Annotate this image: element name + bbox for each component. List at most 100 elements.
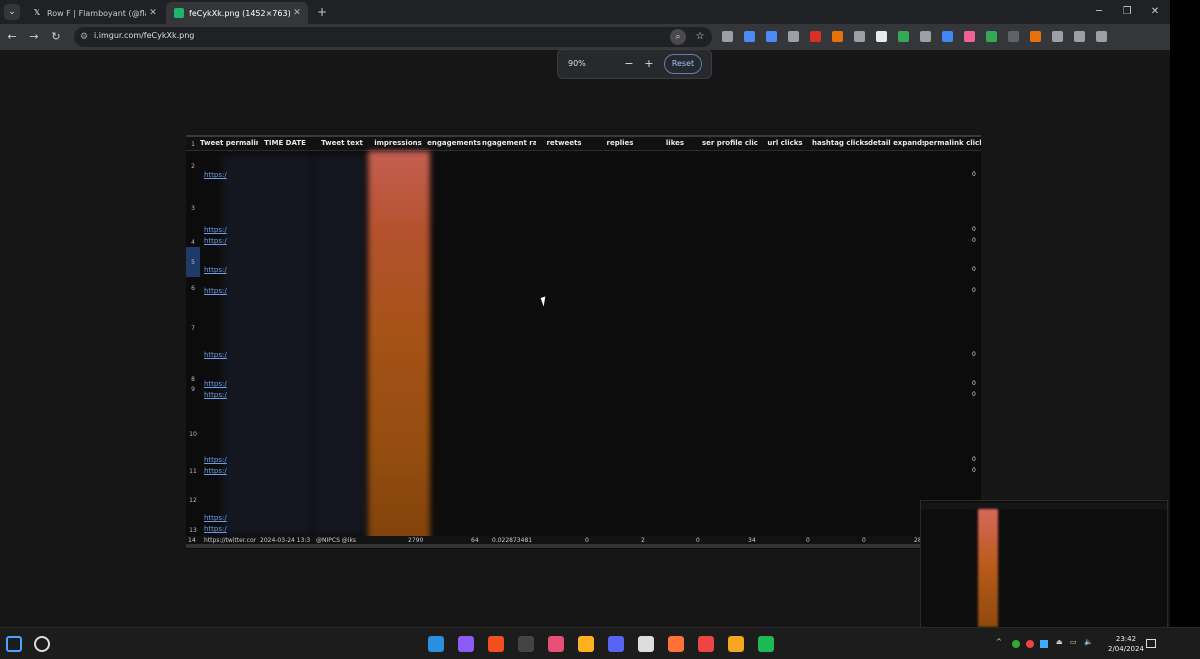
network-icon[interactable]: ▭ <box>1070 638 1077 646</box>
zoom-icon[interactable]: ⌕ <box>670 29 686 45</box>
row-number: 1 <box>191 141 195 148</box>
header-retweets: retweets <box>546 139 582 147</box>
zoom-in-button[interactable]: + <box>642 57 656 71</box>
row-number: 12 <box>189 497 197 504</box>
extension-icon[interactable] <box>920 31 931 42</box>
extension-icon[interactable] <box>898 31 909 42</box>
file-explorer-icon[interactable] <box>428 636 444 652</box>
notifications-icon[interactable] <box>1146 639 1156 648</box>
tray-usb-icon[interactable]: ⏏ <box>1056 638 1063 646</box>
screen-preview-thumbnail[interactable] <box>920 500 1168 628</box>
tweet-permalink-link[interactable]: https:/ <box>204 380 227 388</box>
chrome-icon[interactable] <box>698 636 714 652</box>
volume-icon[interactable]: 🔈 <box>1084 638 1093 646</box>
discord-icon[interactable] <box>608 636 624 652</box>
tweet-permalink-link[interactable]: https:/ <box>204 525 227 533</box>
tweet-permalink-link[interactable]: https:/ <box>204 237 227 245</box>
address-bar[interactable]: ⚙ i.imgur.com/feCykXk.png ⌕ ☆ <box>74 27 712 47</box>
tweet-permalink-link[interactable]: https:/ <box>204 456 227 464</box>
close-window-button[interactable]: ✕ <box>1144 4 1166 20</box>
app-icon[interactable] <box>578 636 594 652</box>
tweet-permalink-link[interactable]: https:/ <box>204 467 227 475</box>
tweet-permalink-link[interactable]: https:/ <box>204 391 227 399</box>
tweet-permalink-link[interactable]: https:/ <box>204 287 227 295</box>
tray-app-icon[interactable] <box>1012 640 1020 648</box>
row-number: 14 <box>188 537 196 544</box>
extension-icon[interactable] <box>854 31 865 42</box>
restore-button[interactable]: ❐ <box>1116 4 1138 20</box>
tab-strip: ⌄ 𝕏 Row F | Flamboyant (@flamboy ✕ feCyk… <box>0 0 1170 24</box>
cell-retweets: 0 <box>585 537 589 544</box>
terminal-icon[interactable] <box>548 636 564 652</box>
permalink-clicks-cell: 0 <box>972 237 976 244</box>
extension-icon[interactable] <box>1030 31 1041 42</box>
header-likes: likes <box>665 139 685 147</box>
blurred-column <box>222 155 312 535</box>
extension-icon[interactable] <box>744 31 755 42</box>
extension-icon[interactable] <box>964 31 975 42</box>
close-icon[interactable]: ✕ <box>146 8 160 18</box>
tweet-permalink-link[interactable]: https:/ <box>204 351 227 359</box>
site-info-icon[interactable]: ⚙ <box>80 30 92 44</box>
zoom-reset-button[interactable]: Reset <box>664 54 702 74</box>
tweet-permalink-link[interactable]: https:/ <box>204 514 227 522</box>
extension-icon[interactable] <box>766 31 777 42</box>
row-number: 2 <box>191 163 195 170</box>
horizontal-scrollbar[interactable] <box>186 544 981 548</box>
forward-button[interactable]: → <box>26 29 42 45</box>
cell-engagements: 64 <box>471 537 479 544</box>
vscode-icon[interactable] <box>458 636 474 652</box>
permalink-clicks-cell: 0 <box>972 380 976 387</box>
reload-button[interactable]: ↻ <box>48 29 64 45</box>
firefox-icon[interactable] <box>668 636 684 652</box>
cell-profile-clicks: 34 <box>748 537 756 544</box>
header-detail-expands: detail expands <box>868 139 924 147</box>
extension-icon[interactable] <box>788 31 799 42</box>
permalink-clicks-cell: 0 <box>972 287 976 294</box>
extension-icon[interactable] <box>832 31 843 42</box>
extension-icon[interactable] <box>1008 31 1019 42</box>
close-icon[interactable]: ✕ <box>290 8 304 18</box>
extension-icon[interactable] <box>722 31 733 42</box>
obsidian-icon[interactable] <box>488 636 504 652</box>
tweet-permalink-link[interactable]: https:/ <box>204 266 227 274</box>
row-number: 10 <box>189 431 197 438</box>
cell-url-clicks: 0 <box>806 537 810 544</box>
extension-icon[interactable] <box>1052 31 1063 42</box>
zoom-out-button[interactable]: − <box>622 57 636 71</box>
spotify-icon[interactable] <box>758 636 774 652</box>
tweet-permalink-link[interactable]: https:/ <box>204 226 227 234</box>
permalink-clicks-cell: 0 <box>972 351 976 358</box>
tray-chevron-icon[interactable]: ^ <box>996 638 1002 646</box>
system-clock[interactable]: 23:42 2/04/2024 <box>1108 634 1144 654</box>
extension-icon[interactable] <box>986 31 997 42</box>
extension-icon[interactable] <box>1096 31 1107 42</box>
extension-icon[interactable] <box>1074 31 1085 42</box>
search-icon[interactable] <box>34 636 50 652</box>
arrow-app-icon[interactable] <box>728 636 744 652</box>
header-tweet-permalink: Tweet permalink <box>200 139 258 147</box>
tray-steam-icon[interactable] <box>1040 640 1048 648</box>
extension-icon[interactable] <box>876 31 887 42</box>
browser-toolbar: ← → ↻ ⚙ i.imgur.com/feCykXk.png ⌕ ☆ <box>0 24 1170 50</box>
header-user-profile-clicks: ser profile click <box>702 139 758 147</box>
figma-icon[interactable] <box>518 636 534 652</box>
minimize-button[interactable]: ─ <box>1088 4 1110 20</box>
permalink-clicks-cell: 0 <box>972 467 976 474</box>
row-number: 7 <box>191 325 195 332</box>
back-button[interactable]: ← <box>4 29 20 45</box>
tab-search-button[interactable]: ⌄ <box>4 4 20 20</box>
capcut-icon[interactable] <box>638 636 654 652</box>
extension-icon[interactable] <box>942 31 953 42</box>
tweet-permalink-link[interactable]: https:/ <box>204 171 227 179</box>
bookmark-star-icon[interactable]: ☆ <box>692 29 708 45</box>
new-tab-button[interactable]: + <box>314 4 330 20</box>
row-number: 13 <box>189 527 197 534</box>
tray-chrome-icon[interactable] <box>1026 640 1034 648</box>
cell-time: 2024-03-24 13:3 <box>260 537 311 544</box>
thumbnail-header <box>921 503 1167 509</box>
tab-twitter[interactable]: 𝕏 Row F | Flamboyant (@flamboy ✕ <box>24 2 164 24</box>
tab-imgur[interactable]: feCykXk.png (1452×763) ✕ <box>166 2 308 24</box>
windows-start-icon[interactable] <box>6 636 22 652</box>
extension-icon[interactable] <box>810 31 821 42</box>
